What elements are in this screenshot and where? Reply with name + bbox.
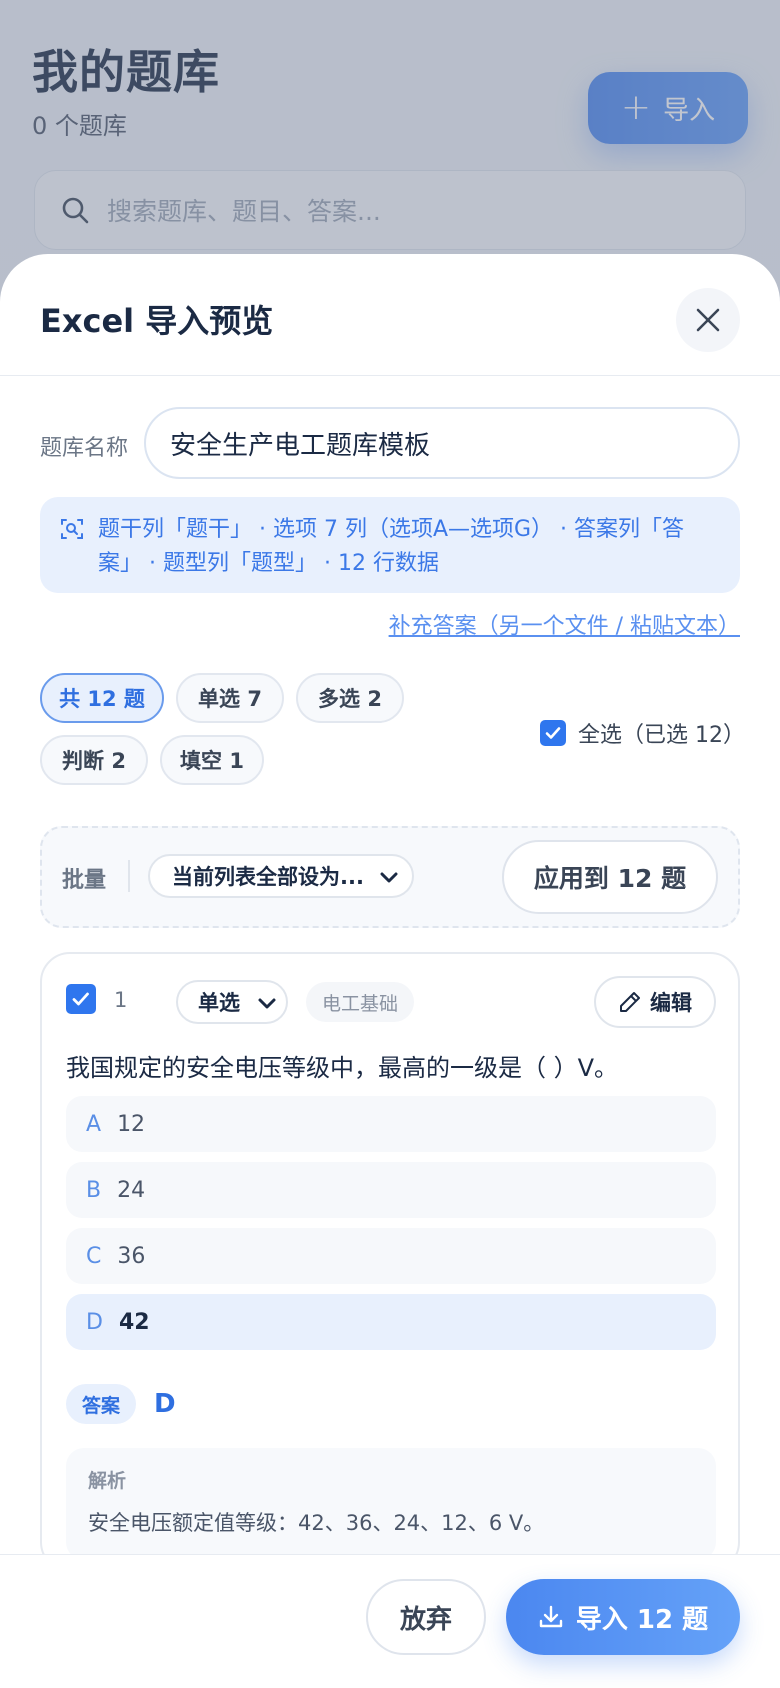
option-b[interactable]: B 24 xyxy=(66,1162,716,1218)
batch-panel: 批量 当前列表全部设为... 应用到 12 题 xyxy=(40,826,740,928)
chevron-down-icon xyxy=(380,872,398,883)
bank-name-label: 题库名称 xyxy=(40,436,129,461)
scan-icon xyxy=(61,519,83,539)
select-all-checkbox[interactable]: 全选（已选 12） xyxy=(540,717,745,749)
column-info-line-2: 案」 · 题型列「题型」 · 12 行数据 xyxy=(98,551,439,576)
option-d[interactable]: D 42 xyxy=(66,1294,716,1350)
question-checkbox[interactable] xyxy=(66,984,96,1014)
option-c[interactable]: C 36 xyxy=(66,1228,716,1284)
sheet-header: Excel 导入预览 xyxy=(0,254,780,376)
filter-chip-all[interactable]: 共 12 题 xyxy=(40,673,164,723)
close-button[interactable] xyxy=(676,288,740,352)
import-preview-sheet: Excel 导入预览 题库名称 安全生产电工题库模板 题干列「题干」 · 选项 … xyxy=(0,254,780,1688)
batch-label: 批量 xyxy=(62,868,107,893)
filter-chip-judge[interactable]: 判断 2 xyxy=(40,735,148,785)
edit-button[interactable]: 编辑 xyxy=(594,976,716,1028)
option-letter: B xyxy=(86,1177,102,1203)
column-info-box: 题干列「题干」 · 选项 7 列（选项A—选项G） · 答案列「答 案」 · 题… xyxy=(40,497,740,593)
option-text: 24 xyxy=(117,1177,146,1203)
explanation-box: 解析 安全电压额定值等级：42、36、24、12、6 V。 xyxy=(66,1448,716,1560)
option-letter: C xyxy=(86,1243,102,1269)
option-text: 42 xyxy=(118,1309,150,1335)
sheet-title: Excel 导入预览 xyxy=(40,302,274,340)
question-type-value: 单选 xyxy=(198,991,240,1015)
filter-chip-single[interactable]: 单选 7 xyxy=(176,673,284,723)
answer-value: D xyxy=(154,1389,176,1419)
option-letter: A xyxy=(86,1111,102,1137)
question-type-select[interactable]: 单选 xyxy=(176,980,288,1024)
confirm-import-label: 导入 12 题 xyxy=(575,1604,709,1635)
category-tag: 电工基础 xyxy=(306,982,415,1022)
answer-row: 答案 D xyxy=(66,1384,176,1424)
confirm-import-button[interactable]: 导入 12 题 xyxy=(506,1579,740,1655)
divider xyxy=(128,860,130,892)
question-text: 我国规定的安全电压等级中，最高的一级是（ ）V。 xyxy=(66,1054,619,1082)
question-number: 1 xyxy=(114,988,128,1012)
sheet-footer: 放弃 导入 12 题 xyxy=(0,1554,780,1688)
supplement-answer-link[interactable]: 补充答案（另一个文件 / 粘贴文本） xyxy=(389,608,740,640)
column-info-line-1: 题干列「题干」 · 选项 7 列（选项A—选项G） · 答案列「答 xyxy=(98,517,685,542)
edit-button-label: 编辑 xyxy=(650,991,692,1015)
checkbox-checked-icon xyxy=(540,720,566,746)
question-card: 1 单选 电工基础 编辑 我国规定的安全电压等级中，最高的一级是（ ）V。 A … xyxy=(40,952,740,1572)
chevron-down-icon xyxy=(258,998,276,1009)
filter-chip-multi[interactable]: 多选 2 xyxy=(296,673,404,723)
select-all-label: 全选（已选 12） xyxy=(578,723,745,748)
check-icon xyxy=(72,992,89,1006)
batch-apply-button[interactable]: 应用到 12 题 xyxy=(502,840,718,914)
filter-chip-fill[interactable]: 填空 1 xyxy=(160,735,264,785)
download-icon xyxy=(539,1605,563,1628)
explanation-text: 安全电压额定值等级：42、36、24、12、6 V。 xyxy=(88,1511,545,1535)
bank-name-input[interactable]: 安全生产电工题库模板 xyxy=(144,407,740,479)
pencil-icon xyxy=(620,992,640,1012)
answer-tag: 答案 xyxy=(66,1384,137,1424)
batch-select-value: 当前列表全部设为... xyxy=(172,865,364,889)
option-a[interactable]: A 12 xyxy=(66,1096,716,1152)
option-text: 12 xyxy=(117,1111,146,1137)
option-letter: D xyxy=(86,1309,103,1335)
batch-type-select[interactable]: 当前列表全部设为... xyxy=(148,854,414,898)
explanation-label: 解析 xyxy=(88,1470,127,1492)
option-text: 36 xyxy=(117,1243,146,1269)
discard-button[interactable]: 放弃 xyxy=(366,1579,486,1655)
close-icon xyxy=(696,308,720,332)
